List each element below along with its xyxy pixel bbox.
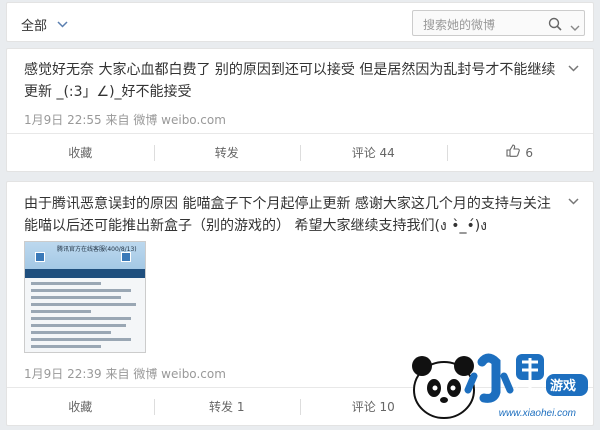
- comment-button[interactable]: 评论 44: [300, 134, 447, 171]
- text-line: [31, 282, 101, 285]
- app-icon: [35, 252, 45, 262]
- post-time[interactable]: 1月9日 22:55: [24, 113, 102, 127]
- post-text: 感觉好无奈 大家心血都白费了 别的原因到还可以接受 但是居然因为乱封号才不能继续…: [24, 62, 556, 100]
- text-line: [31, 317, 131, 320]
- post-source-prefix: 来自: [105, 367, 130, 381]
- taskbar: [25, 269, 145, 278]
- weibo-post-card: 感觉好无奈 大家心血都白费了 别的原因到还可以接受 但是居然因为乱封号才不能继续…: [6, 48, 594, 172]
- post-text: 由于腾讯恶意误封的原因 能喵盒子下个月起停止更新 感谢大家这几个月的支持与关注 …: [24, 196, 551, 234]
- like-button[interactable]: 6: [446, 134, 594, 172]
- post-image-thumbnail[interactable]: 腾讯官方在线客服(400/8/13): [24, 241, 146, 353]
- repost-button[interactable]: 转发 1: [153, 388, 301, 425]
- post-source-prefix: 来自: [105, 113, 130, 127]
- watermark-logo: 游戏 www.xiaohei.com: [404, 344, 594, 422]
- post-source[interactable]: 微博 weibo.com: [133, 367, 226, 381]
- post-time[interactable]: 1月9日 22:39: [24, 367, 102, 381]
- text-line: [31, 345, 101, 348]
- text-line: [31, 338, 131, 341]
- filter-label: 全部: [21, 19, 48, 34]
- post-source[interactable]: 微博 weibo.com: [133, 113, 226, 127]
- chevron-down-icon: [57, 21, 68, 28]
- post-meta: 1月9日 22:39 来自 微博 weibo.com: [24, 365, 226, 382]
- thumbs-up-icon: [506, 134, 521, 172]
- svg-text:游戏: 游戏: [550, 378, 576, 394]
- search-icon[interactable]: [548, 16, 562, 35]
- favorite-button[interactable]: 收藏: [7, 134, 154, 171]
- text-line: [31, 324, 126, 327]
- text-line: [31, 310, 91, 313]
- like-count: 6: [525, 146, 534, 160]
- post-meta: 1月9日 22:55 来自 微博 weibo.com: [24, 111, 226, 128]
- repost-button[interactable]: 转发: [153, 134, 301, 171]
- filter-bar: 全部 搜索她的微博: [6, 2, 594, 42]
- text-line: [31, 303, 136, 306]
- screenshot-window: 腾讯官方在线客服(400/8/13): [25, 242, 145, 278]
- text-line: [31, 296, 121, 299]
- chevron-down-icon[interactable]: [568, 57, 579, 76]
- chevron-down-icon[interactable]: [568, 190, 579, 209]
- favorite-button[interactable]: 收藏: [7, 388, 154, 425]
- app-icon: [121, 252, 131, 262]
- watermark-url: www.xiaohei.com: [498, 408, 576, 419]
- text-line: [31, 289, 131, 292]
- chevron-down-icon[interactable]: [570, 17, 580, 36]
- text-line: [31, 331, 111, 334]
- post-actions: 收藏 转发 评论 44 6: [7, 133, 593, 171]
- filter-dropdown[interactable]: 全部: [21, 15, 68, 34]
- search-input[interactable]: 搜索她的微博: [423, 16, 495, 33]
- search-box[interactable]: 搜索她的微博: [412, 10, 585, 36]
